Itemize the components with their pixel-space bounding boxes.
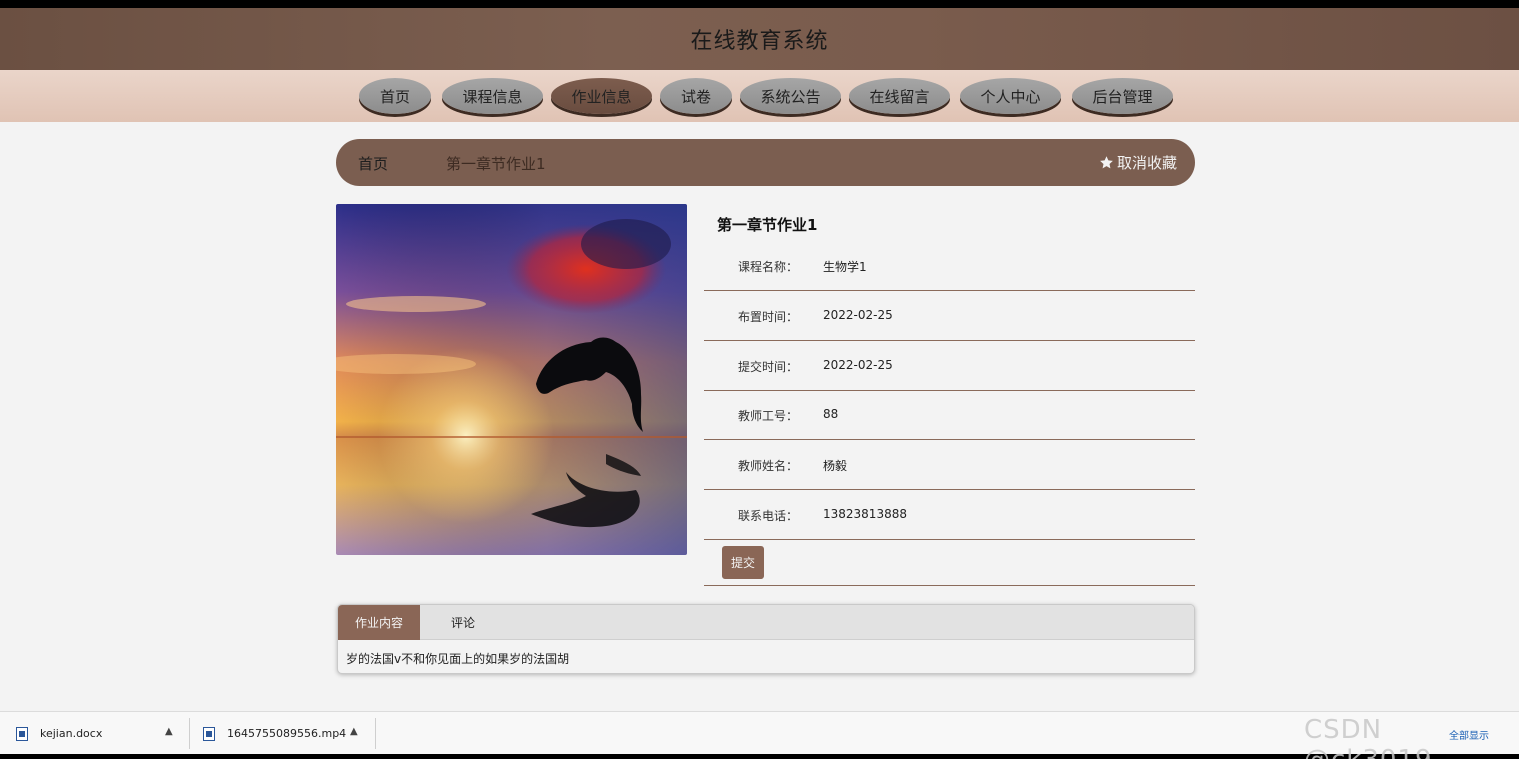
field-row-teacher-id: 教师工号： 88 <box>704 390 1195 440</box>
field-value: 2022-02-25 <box>823 358 893 372</box>
nav-item-messages[interactable]: 在线留言 <box>849 78 950 114</box>
homework-cover-image <box>336 204 687 555</box>
divider <box>375 718 376 749</box>
unfavorite-button[interactable]: 取消收藏 <box>1099 152 1177 173</box>
download-item-mp4[interactable]: 1645755089556.mp4 <box>203 712 346 755</box>
field-row-phone: 联系电话： 13823813888 <box>704 490 1195 540</box>
download-item-docx[interactable]: kejian.docx <box>16 712 102 755</box>
field-value: 88 <box>823 407 839 421</box>
nav-item-admin[interactable]: 后台管理 <box>1072 78 1173 114</box>
content-tabs: 作业内容 评论 岁的法国v不和你见面上的如果岁的法国胡 <box>337 604 1195 674</box>
word-file-icon <box>16 726 28 741</box>
breadcrumb-current: 第一章节作业1 <box>446 155 546 173</box>
nav-item-exam[interactable]: 试卷 <box>660 78 732 114</box>
nav-item-courses[interactable]: 课程信息 <box>442 78 543 114</box>
breadcrumb-home-link[interactable]: 首页 <box>358 153 388 174</box>
field-value: 2022-02-25 <box>823 308 893 322</box>
nav-item-announcements[interactable]: 系统公告 <box>740 78 841 114</box>
field-label: 教师工号： <box>738 409 799 423</box>
video-file-icon <box>203 726 215 741</box>
tab-comments[interactable]: 评论 <box>420 605 506 640</box>
field-value: 13823813888 <box>823 507 907 521</box>
unfavorite-label: 取消收藏 <box>1116 154 1177 172</box>
show-all-downloads-link[interactable]: 全部显示 <box>1449 727 1489 742</box>
field-label: 教师姓名： <box>738 459 799 473</box>
download-filename: kejian.docx <box>40 727 103 740</box>
nav-item-homework[interactable]: 作业信息 <box>551 78 652 114</box>
divider <box>189 718 190 749</box>
chevron-up-icon[interactable]: ▲ <box>165 726 173 737</box>
field-value: 杨毅 <box>823 459 848 473</box>
homework-title: 第一章节作业1 <box>717 216 818 234</box>
nav-item-home[interactable]: 首页 <box>359 78 431 114</box>
field-row-assign-time: 布置时间： 2022-02-25 <box>704 291 1195 341</box>
field-value: 生物学1 <box>823 260 867 274</box>
tab-homework-content[interactable]: 作业内容 <box>338 605 420 640</box>
site-title: 在线教育系统 <box>690 29 829 54</box>
nav-item-profile[interactable]: 个人中心 <box>960 78 1061 114</box>
download-bar: kejian.docx ▲ 1645755089556.mp4 ▲ 全部显示 <box>0 711 1519 754</box>
download-filename: 1645755089556.mp4 <box>227 727 347 740</box>
tab-bar: 作业内容 评论 <box>338 605 1194 640</box>
submit-row: 提交 <box>704 540 1195 586</box>
site-header: 在线教育系统 <box>0 8 1519 70</box>
field-row-teacher-name: 教师姓名： 杨毅 <box>704 440 1195 490</box>
app-window: 在线教育系统 首页 课程信息 作业信息 试卷 系统公告 在线留言 个人中心 后台… <box>0 8 1519 711</box>
field-row-submit-time: 提交时间： 2022-02-25 <box>704 341 1195 391</box>
field-label: 课程名称： <box>738 260 799 274</box>
submit-button[interactable]: 提交 <box>722 546 764 579</box>
breadcrumb: 首页 第一章节作业1 取消收藏 <box>336 139 1195 186</box>
field-row-course: 课程名称： 生物学1 <box>704 241 1195 291</box>
chevron-up-icon[interactable]: ▲ <box>350 726 358 737</box>
field-label: 提交时间： <box>738 360 799 374</box>
field-label: 布置时间： <box>738 310 799 324</box>
main-nav: 首页 课程信息 作业信息 试卷 系统公告 在线留言 个人中心 后台管理 <box>0 70 1519 122</box>
field-label: 联系电话： <box>738 509 799 523</box>
homework-content-text: 岁的法国v不和你见面上的如果岁的法国胡 <box>346 652 570 666</box>
star-icon <box>1100 156 1113 169</box>
